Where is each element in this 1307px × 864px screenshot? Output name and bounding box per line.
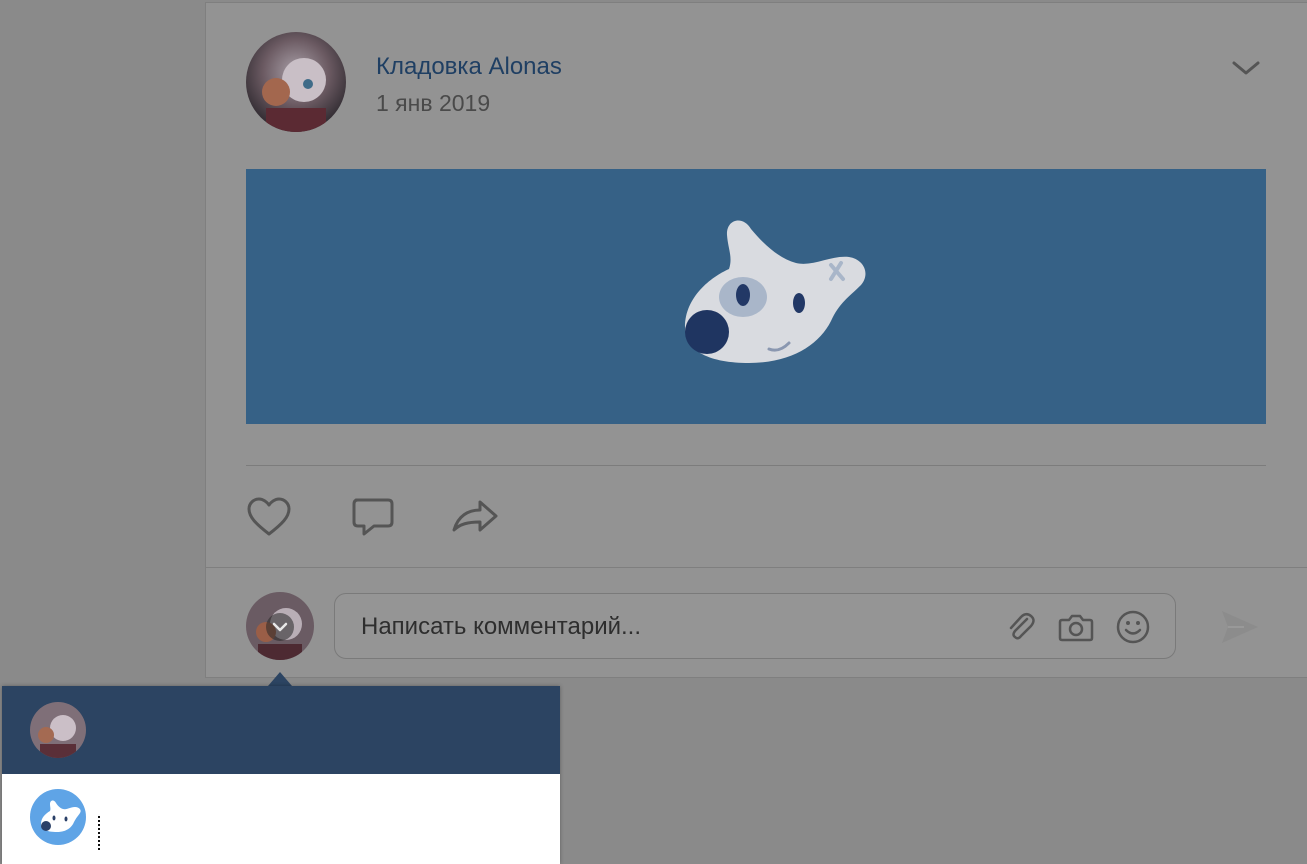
- divider: [246, 465, 1266, 466]
- comment-field: [334, 593, 1176, 659]
- post-image[interactable]: [246, 169, 1266, 424]
- author-dropdown: [2, 686, 560, 864]
- dropdown-arrow: [268, 672, 292, 686]
- avatar: [30, 702, 86, 758]
- smile-icon[interactable]: [1115, 609, 1151, 645]
- post-date[interactable]: 1 янв 2019: [376, 90, 490, 117]
- send-icon[interactable]: [1218, 605, 1262, 649]
- dropdown-item-personal[interactable]: [2, 686, 560, 774]
- avatar: [30, 789, 86, 845]
- heart-icon[interactable]: [246, 496, 292, 538]
- post-card: Кладовка Alonas 1 янв 2019: [205, 2, 1307, 678]
- comment-input[interactable]: [359, 608, 983, 646]
- comment-bar: [206, 567, 1307, 680]
- vk-mascot-icon: [685, 220, 866, 363]
- author-name-link[interactable]: Кладовка Alonas: [376, 53, 562, 81]
- comment-icon[interactable]: [350, 496, 396, 538]
- comment-author-selector[interactable]: [246, 592, 314, 660]
- author-avatar[interactable]: [246, 32, 346, 132]
- chevron-down-icon: [266, 613, 294, 641]
- dropdown-item-community[interactable]: [2, 774, 560, 864]
- chevron-down-icon[interactable]: [1231, 57, 1261, 79]
- paperclip-icon[interactable]: [1003, 609, 1039, 645]
- text-cursor: [98, 816, 102, 850]
- share-icon[interactable]: [450, 496, 498, 538]
- camera-icon[interactable]: [1057, 609, 1094, 645]
